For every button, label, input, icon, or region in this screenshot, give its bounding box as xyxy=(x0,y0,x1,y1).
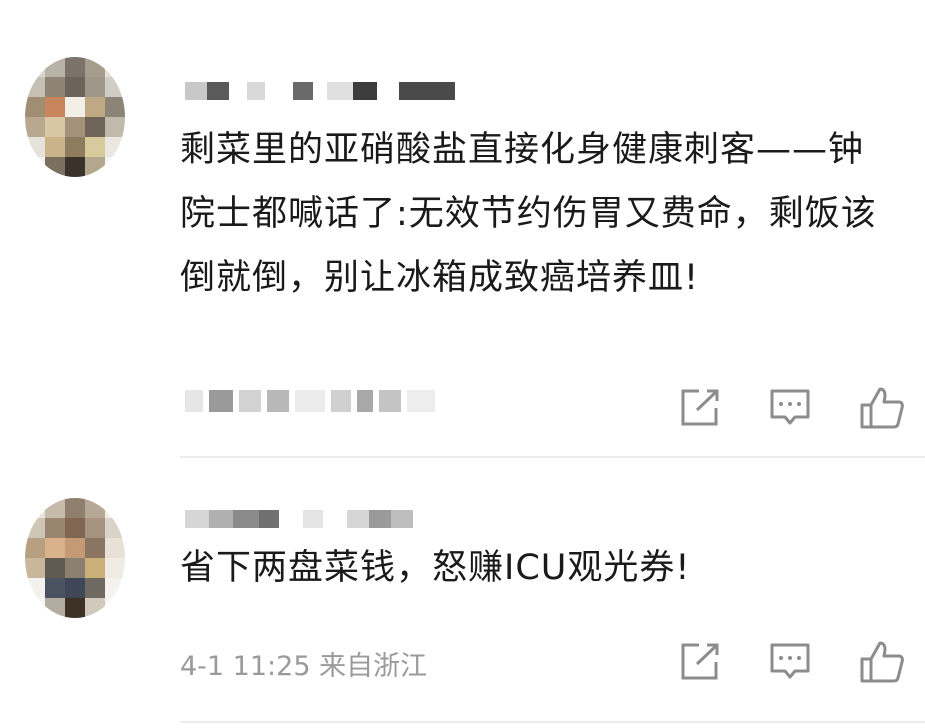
share-icon[interactable] xyxy=(679,388,721,428)
username-blurred[interactable] xyxy=(185,70,455,100)
reply-icon[interactable] xyxy=(769,388,811,428)
share-icon[interactable] xyxy=(679,642,721,682)
divider xyxy=(180,721,925,723)
comment-item: 省下两盘菜钱，怒赚ICU观光券! 4-1 11:25 来自浙江 xyxy=(0,478,925,728)
reply-icon[interactable] xyxy=(769,642,811,682)
comment-meta-blurred xyxy=(185,390,435,412)
comment-text: 剩菜里的亚硝酸盐直接化身健康刺客——钟院士都喊话了:无效节约伤胃又费命，剩饭该倒… xyxy=(180,130,877,298)
comment-text: 省下两盘菜钱，怒赚ICU观光券! xyxy=(180,548,691,588)
like-icon[interactable] xyxy=(859,640,905,684)
like-icon[interactable] xyxy=(859,386,905,430)
username-blurred[interactable] xyxy=(185,498,413,528)
comment-actions xyxy=(679,640,905,684)
avatar[interactable] xyxy=(25,498,125,618)
comment-item: 剩菜里的亚硝酸盐直接化身健康刺客——钟院士都喊话了:无效节约伤胃又费命，剩饭该倒… xyxy=(0,0,925,470)
comment-actions xyxy=(679,386,905,430)
divider xyxy=(180,456,925,458)
comment-meta: 4-1 11:25 来自浙江 xyxy=(180,651,428,682)
avatar[interactable] xyxy=(25,57,125,177)
